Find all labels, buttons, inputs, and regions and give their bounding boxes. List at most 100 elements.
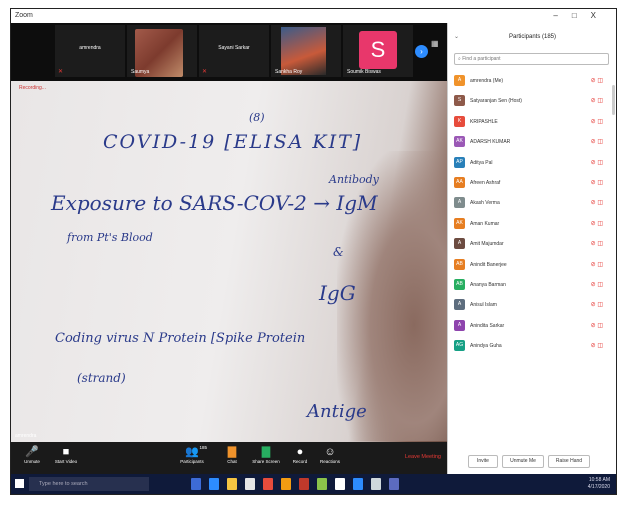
- invite-button[interactable]: Invite: [468, 455, 498, 468]
- file-explorer-icon[interactable]: [227, 478, 237, 490]
- zoom-icon[interactable]: [353, 478, 363, 490]
- mic-muted-icon: ⊘ ◫: [590, 261, 603, 268]
- raise-hand-button[interactable]: Raise Hand: [548, 455, 590, 468]
- participants-count: 185: [199, 445, 207, 450]
- mic-muted-icon: ⊘ ◫: [590, 343, 603, 350]
- unmute-me-button[interactable]: Unmute Me: [502, 455, 544, 468]
- clock-time: 10:58 AM: [588, 477, 610, 483]
- close-button[interactable]: X: [591, 11, 610, 20]
- recording-indicator: Recording...: [19, 85, 46, 91]
- clock-date: 4/17/2020: [587, 484, 610, 490]
- participant-name: Anisul Islam: [470, 302, 497, 309]
- participant-name: Anindita Sarkar: [470, 322, 505, 329]
- taskview-icon[interactable]: [191, 478, 201, 490]
- unmute-button[interactable]: 🎤 Unmute: [17, 445, 47, 464]
- video-tile-saumya[interactable]: Saumya: [127, 25, 197, 77]
- gallery-view-icon[interactable]: ▦: [431, 39, 439, 48]
- app-icon[interactable]: [335, 478, 345, 490]
- collapse-icon[interactable]: ⌄: [454, 23, 459, 51]
- mic-muted-icon: ⊘ ◫: [590, 322, 603, 329]
- start-video-button[interactable]: ■ Start Video: [51, 445, 81, 464]
- handwriting-line: COVID-19 [ELISA KIT]: [103, 131, 363, 153]
- participant-row[interactable]: AG Anindya Guha ⊘ ◫: [448, 336, 616, 356]
- handwriting-line: (strand): [77, 371, 126, 385]
- participants-header: ⌄ Participants (185): [448, 23, 616, 51]
- video-tile-amrendra[interactable]: amrendra ✕: [55, 25, 125, 77]
- participant-row[interactable]: A Akash Verma ⊘ ◫: [448, 193, 616, 213]
- participant-avatar: AP: [454, 156, 465, 168]
- participant-avatar: A: [454, 197, 465, 209]
- mic-muted-icon: ⊘ ◫: [590, 159, 603, 166]
- minimize-button[interactable]: –: [553, 11, 571, 20]
- edge-icon[interactable]: [209, 478, 219, 490]
- participant-search-input[interactable]: ⌕ Find a participant: [454, 53, 609, 65]
- participant-name: Ananya Barman: [470, 281, 506, 288]
- participant-name: Satyaranjan Sen (Host): [470, 98, 522, 105]
- participant-avatar: S: [454, 95, 465, 107]
- participant-row[interactable]: S Satyaranjan Sen (Host) ⊘ ◫: [448, 91, 616, 111]
- zoom-window: Zoom –□X amrendra ✕ Saumya Sayani Sarkar…: [10, 8, 617, 495]
- mic-muted-icon: ⊘ ◫: [590, 200, 603, 207]
- video-area: amrendra ✕ Saumya Sayani Sarkar ✕ Sankha…: [11, 23, 447, 442]
- video-tile-sankha[interactable]: Sankha Roy: [271, 25, 341, 77]
- maximize-button[interactable]: □: [572, 11, 591, 20]
- participant-avatar: S: [359, 31, 397, 69]
- participant-row[interactable]: A Amit Majumdar ⊘ ◫: [448, 234, 616, 254]
- share-screen-icon: ▇: [261, 446, 271, 458]
- window-title: Zoom: [15, 12, 33, 19]
- chrome-icon[interactable]: [263, 478, 273, 490]
- chat-icon: ▇: [227, 446, 237, 458]
- participant-avatar: AG: [454, 340, 465, 352]
- firefox-icon[interactable]: [281, 478, 291, 490]
- mic-muted-icon: ⊘ ◫: [590, 118, 603, 125]
- app-icon[interactable]: [389, 478, 399, 490]
- mic-muted-icon: ⊘ ◫: [590, 98, 603, 105]
- meeting-controls-bar: 🎤 Unmute ■ Start Video 👥 Participants 18…: [11, 442, 447, 474]
- participant-name: ADARSH KUMAR: [470, 139, 511, 146]
- participant-row[interactable]: K KRIPASHLE ⊘ ◫: [448, 112, 616, 132]
- app-icon[interactable]: [317, 478, 327, 490]
- participant-name: Anindya Guha: [470, 343, 502, 350]
- leave-meeting-button[interactable]: Leave Meeting: [405, 454, 441, 460]
- participants-button[interactable]: 👥 Participants 185: [177, 445, 207, 464]
- video-tile-soumik[interactable]: S Soumik Biswas: [343, 25, 413, 77]
- windows-start-icon[interactable]: [15, 479, 24, 488]
- reactions-button[interactable]: ☺ Reactions: [315, 445, 345, 464]
- participant-avatar: A: [454, 319, 465, 331]
- video-tile-sayani[interactable]: Sayani Sarkar ✕: [199, 25, 269, 77]
- app-icon[interactable]: [371, 478, 381, 490]
- handwriting-line: Antibody: [329, 173, 379, 186]
- participant-avatar: AK: [454, 217, 465, 229]
- mic-muted-icon: ⊘ ◫: [590, 179, 603, 186]
- participant-avatar: K: [454, 115, 465, 127]
- store-icon[interactable]: [245, 478, 255, 490]
- share-screen-button[interactable]: ▇ Share Screen: [251, 445, 281, 464]
- participant-row[interactable]: Aamrendra (Me) ⊘ ◫: [448, 71, 616, 91]
- handwriting-line: IgG: [319, 281, 356, 305]
- participant-avatar: A: [454, 299, 465, 311]
- speaker-label: amrendra: [15, 433, 37, 439]
- video-camera-icon: ■: [62, 446, 70, 458]
- participant-row[interactable]: A Anisul Islam ⊘ ◫: [448, 295, 616, 315]
- participant-video-image: [281, 27, 326, 75]
- record-button[interactable]: ● Record: [285, 445, 315, 464]
- participant-avatar: AA: [454, 176, 465, 188]
- participant-row[interactable]: AB Anindit Banerjee ⊘ ◫: [448, 255, 616, 275]
- participant-row[interactable]: AK Aman Kumar ⊘ ◫: [448, 214, 616, 234]
- participant-row[interactable]: AP Aditya Pal ⊘ ◫: [448, 153, 616, 173]
- chat-button[interactable]: ▇ Chat: [217, 445, 247, 464]
- taskbar-search-input[interactable]: Type here to search: [29, 477, 149, 491]
- participant-row[interactable]: A Anindita Sarkar ⊘ ◫: [448, 316, 616, 336]
- system-tray[interactable]: 10:58 AM 4/17/2020: [588, 477, 610, 491]
- mic-muted-icon: ⊘ ◫: [590, 281, 603, 288]
- app-icon[interactable]: [299, 478, 309, 490]
- mic-muted-icon: ⊘ ◫: [590, 241, 603, 248]
- participant-row[interactable]: AK ADARSH KUMAR ⊘ ◫: [448, 132, 616, 152]
- next-page-icon[interactable]: ›: [415, 45, 428, 58]
- participant-row[interactable]: AB Ananya Barman ⊘ ◫: [448, 275, 616, 295]
- handwriting-line: Exposure to SARS-COV-2 → IgM: [51, 191, 378, 215]
- participant-row[interactable]: AA Afreen Ashraf ⊘ ◫: [448, 173, 616, 193]
- active-speaker-video: Recording... (8) COVID-19 [ELISA KIT] An…: [11, 81, 447, 442]
- record-icon: ●: [296, 446, 304, 458]
- microphone-icon: 🎤: [25, 446, 39, 458]
